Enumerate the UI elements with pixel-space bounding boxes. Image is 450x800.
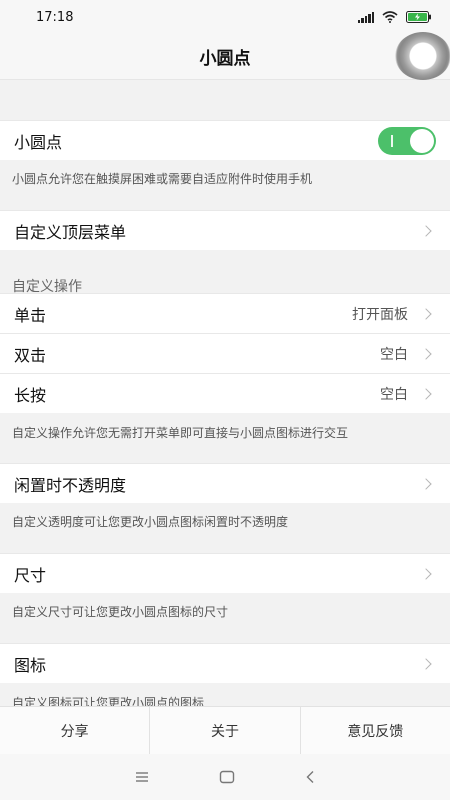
system-nav-bar	[0, 754, 450, 800]
idle-opacity-label: 闲置时不透明度	[14, 475, 127, 495]
signal-icon	[357, 11, 374, 23]
action-label: 单击	[14, 305, 47, 325]
chevron-right-icon	[420, 477, 432, 490]
chevron-right-icon	[420, 387, 432, 400]
feedback-button[interactable]: 意见反馈	[301, 707, 450, 754]
chevron-right-icon	[420, 224, 432, 237]
wifi-icon	[382, 11, 398, 23]
action-row-long-press[interactable]: 长按 空白	[0, 373, 450, 413]
custom-top-menu-label: 自定义顶层菜单	[14, 222, 127, 242]
size-label: 尺寸	[14, 565, 47, 585]
custom-top-menu-row[interactable]: 自定义顶层菜单	[0, 210, 450, 250]
icon-row[interactable]: 图标	[0, 643, 450, 683]
back-icon[interactable]	[305, 770, 315, 784]
actions-description: 自定义操作允许您无需打开菜单即可直接与小圆点图标进行交互	[0, 424, 450, 441]
home-icon[interactable]	[219, 770, 235, 784]
settings-content: 小圆点 小圆点允许您在触摸屏困难或需要自适应附件时使用手机 自定义顶层菜单 自定…	[0, 80, 450, 706]
toggle-knob	[410, 128, 434, 153]
action-row-double-tap[interactable]: 双击 空白	[0, 333, 450, 373]
floating-dot-icon[interactable]	[395, 32, 450, 80]
icon-description: 自定义图标可让您更改小圆点的图标	[0, 694, 450, 706]
idle-opacity-row[interactable]: 闲置时不透明度	[0, 463, 450, 503]
status-bar: 17:18	[0, 0, 450, 34]
action-value: 空白	[380, 386, 408, 403]
share-button[interactable]: 分享	[0, 707, 151, 754]
size-row[interactable]: 尺寸	[0, 553, 450, 593]
action-value: 空白	[380, 346, 408, 363]
toggle-on-mark	[391, 134, 393, 147]
status-icons	[357, 11, 433, 23]
chevron-right-icon	[420, 657, 432, 670]
chevron-right-icon	[420, 347, 432, 360]
menu-icon[interactable]	[135, 771, 149, 783]
opacity-description: 自定义透明度可让您更改小圆点图标闲置时不透明度	[0, 513, 450, 530]
dot-description: 小圆点允许您在触摸屏困难或需要自适应附件时使用手机	[0, 170, 450, 187]
icon-label: 图标	[14, 655, 47, 675]
dot-toggle-label: 小圆点	[14, 132, 63, 152]
chevron-right-icon	[420, 307, 432, 320]
chevron-right-icon	[420, 567, 432, 580]
size-description: 自定义尺寸可让您更改小圆点图标的尺寸	[0, 603, 450, 620]
action-label: 双击	[14, 345, 47, 365]
action-value: 打开面板	[352, 306, 408, 323]
action-label: 长按	[14, 385, 47, 405]
page-title: 小圆点	[199, 49, 251, 69]
about-button[interactable]: 关于	[150, 707, 301, 754]
dot-toggle-row[interactable]: 小圆点	[0, 120, 450, 160]
battery-icon	[406, 11, 432, 23]
action-row-single-tap[interactable]: 单击 打开面板	[0, 293, 450, 333]
bottom-tab-bar: 分享 关于 意见反馈	[0, 706, 450, 754]
title-bar: 小圆点	[0, 34, 450, 80]
status-time: 17:18	[36, 9, 74, 25]
dot-toggle-switch[interactable]	[378, 126, 436, 155]
